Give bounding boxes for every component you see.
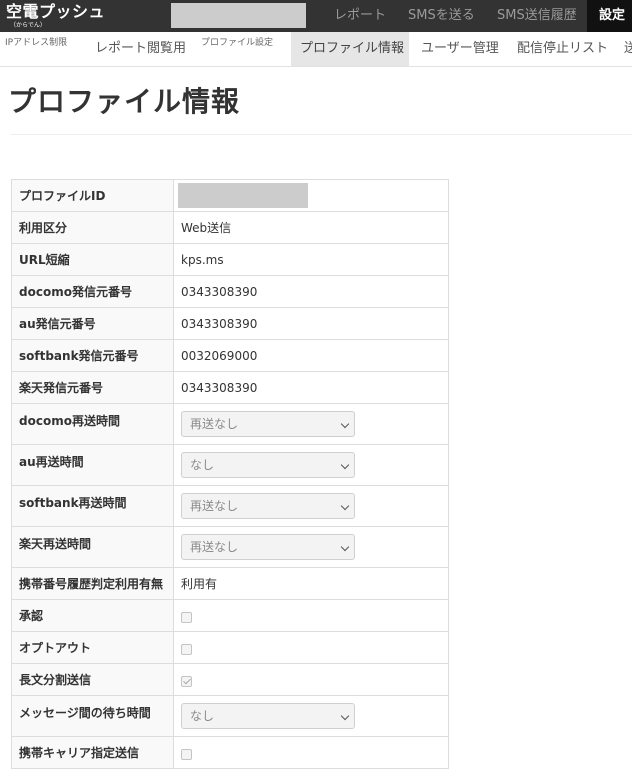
carrier-specific-checkbox[interactable] <box>181 748 192 760</box>
row-value-url-shortening: kps.ms <box>173 243 449 276</box>
chevron-down-icon <box>340 542 350 552</box>
row-value-usage-type: Web送信 <box>173 211 449 244</box>
table-row: オプトアウト <box>11 631 449 664</box>
row-label-profile-id: プロファイルID <box>11 179 174 212</box>
table-row: プロファイルID <box>11 179 449 212</box>
rakuten-resend-select-value: 再送なし <box>190 540 239 554</box>
row-label-au-resend: au再送時間 <box>11 444 174 486</box>
row-value-docomo-sender: 0343308390 <box>173 275 449 308</box>
top-bar: 空電プッシュ （からでん） レポート SMSを送る SMS送信履歴 設定 <box>0 0 632 32</box>
table-row: au発信元番号 0343308390 <box>11 307 449 340</box>
row-label-opt-out: オプトアウト <box>11 631 174 664</box>
table-row: docomo再送時間 再送なし <box>11 403 449 445</box>
subnav-user-management[interactable]: ユーザー管理 <box>421 32 499 66</box>
row-label-long-split: 長文分割送信 <box>11 663 174 696</box>
subnav-unsubscribe-list[interactable]: 配信停止リスト <box>517 32 608 66</box>
chevron-down-icon <box>340 711 350 721</box>
table-row: 長文分割送信 <box>11 663 449 696</box>
profile-table: プロファイルID 利用区分 Web送信 URL短縮 kps.ms docomo発… <box>11 179 449 769</box>
table-row: softbank再送時間 再送なし <box>11 485 449 527</box>
top-nav-send-sms[interactable]: SMSを送る <box>408 0 482 32</box>
row-label-rakuten-sender: 楽天発信元番号 <box>11 371 174 404</box>
top-nav-settings[interactable]: 設定 <box>587 0 632 32</box>
opt-out-checkbox[interactable] <box>181 643 192 655</box>
chevron-down-icon <box>340 501 350 511</box>
chevron-down-icon <box>340 460 350 470</box>
logo-subtext: （からでん） <box>10 22 46 29</box>
row-value-softbank-sender: 0032069000 <box>173 339 449 372</box>
top-nav-report[interactable]: レポート <box>334 0 386 32</box>
row-label-au-sender: au発信元番号 <box>11 307 174 340</box>
subnav-ip-restriction[interactable]: IPアドレス制限 <box>5 32 67 66</box>
redacted-profile-id <box>178 183 308 208</box>
row-label-url-shortening: URL短縮 <box>11 243 174 276</box>
long-split-checkbox[interactable] <box>181 675 192 687</box>
table-row: 承認 <box>11 599 449 632</box>
logo-text: 空電プッシュ <box>6 2 106 21</box>
table-row: 利用区分 Web送信 <box>11 211 449 244</box>
rakuten-resend-select[interactable]: 再送なし <box>181 534 355 560</box>
chevron-down-icon <box>340 419 350 429</box>
docomo-resend-select[interactable]: 再送なし <box>181 411 355 437</box>
settings-subnav: IPアドレス制限 レポート閲覧用 プロファイル設定 プロファイル情報 ユーザー管… <box>0 32 632 67</box>
row-label-number-history: 携帯番号履歴判定利用有無 <box>11 567 174 600</box>
title-divider <box>10 134 632 135</box>
row-label-docomo-resend: docomo再送時間 <box>11 403 174 445</box>
table-row: メッセージ間の待ち時間 なし <box>11 695 449 737</box>
row-value-profile-id <box>173 179 449 212</box>
au-resend-select[interactable]: なし <box>181 452 355 478</box>
subnav-profile-settings[interactable]: プロファイル設定 <box>201 32 273 66</box>
page-title: プロファイル情報 <box>8 85 241 118</box>
row-label-softbank-sender: softbank発信元番号 <box>11 339 174 372</box>
top-nav-sms-history[interactable]: SMS送信履歴 <box>497 0 579 32</box>
row-label-docomo-sender: docomo発信元番号 <box>11 275 174 308</box>
redacted-search-box <box>171 3 306 28</box>
message-wait-select[interactable]: なし <box>181 703 355 729</box>
row-label-approval: 承認 <box>11 599 174 632</box>
row-label-rakuten-resend: 楽天再送時間 <box>11 526 174 568</box>
subnav-report-viewer[interactable]: レポート閲覧用 <box>95 32 186 66</box>
table-row: URL短縮 kps.ms <box>11 243 449 276</box>
softbank-resend-select-value: 再送なし <box>190 499 239 513</box>
table-row: 楽天発信元番号 0343308390 <box>11 371 449 404</box>
au-resend-select-value: なし <box>190 458 215 472</box>
row-label-carrier-specific: 携帯キャリア指定送信 <box>11 736 174 769</box>
row-label-message-wait: メッセージ間の待ち時間 <box>11 695 174 737</box>
docomo-resend-select-value: 再送なし <box>190 417 239 431</box>
subnav-more[interactable]: 送 <box>624 32 632 66</box>
softbank-resend-select[interactable]: 再送なし <box>181 493 355 519</box>
table-row: 楽天再送時間 再送なし <box>11 526 449 568</box>
row-value-au-sender: 0343308390 <box>173 307 449 340</box>
subnav-profile-info[interactable]: プロファイル情報 <box>291 32 409 66</box>
row-label-usage-type: 利用区分 <box>11 211 174 244</box>
row-value-number-history: 利用有 <box>173 567 449 600</box>
table-row: 携帯キャリア指定送信 <box>11 736 449 769</box>
table-row: 携帯番号履歴判定利用有無 利用有 <box>11 567 449 600</box>
table-row: docomo発信元番号 0343308390 <box>11 275 449 308</box>
table-row: au再送時間 なし <box>11 444 449 486</box>
approval-checkbox[interactable] <box>181 611 192 623</box>
app-logo[interactable]: 空電プッシュ （からでん） <box>6 2 105 29</box>
row-label-softbank-resend: softbank再送時間 <box>11 485 174 527</box>
row-value-rakuten-sender: 0343308390 <box>173 371 449 404</box>
message-wait-select-value: なし <box>190 709 215 723</box>
table-row: softbank発信元番号 0032069000 <box>11 339 449 372</box>
